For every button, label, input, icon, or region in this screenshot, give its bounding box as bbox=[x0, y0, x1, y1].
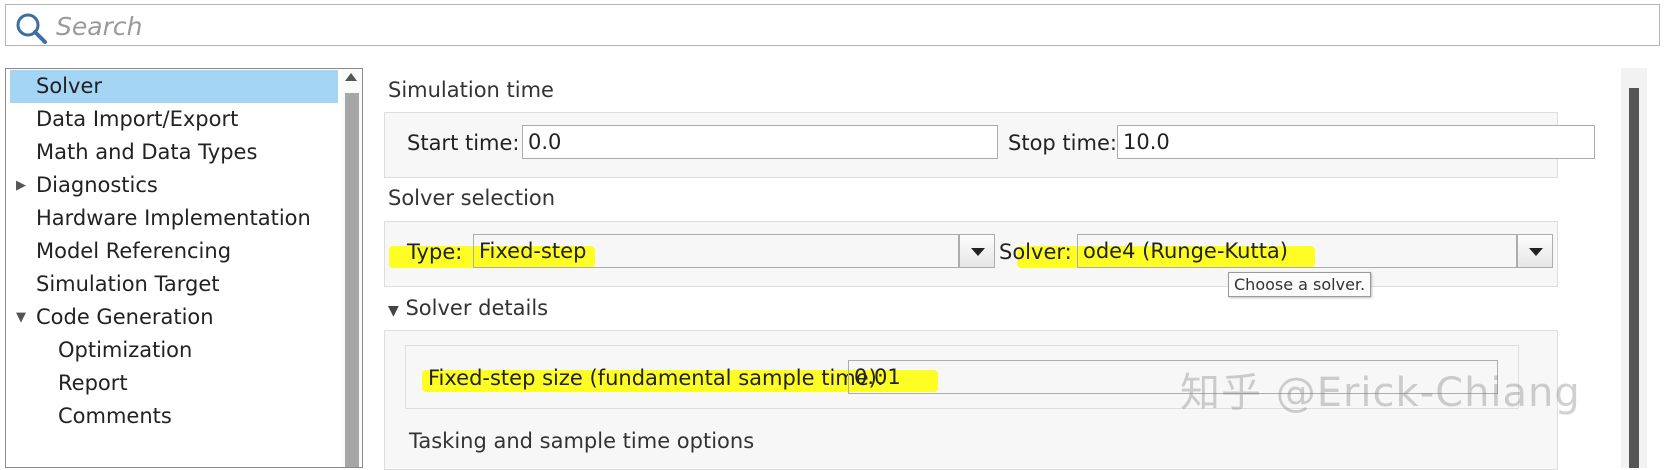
tree-item-label: Comments bbox=[58, 404, 172, 428]
settings-tree: Solver Data Import/Export Math and Data … bbox=[5, 68, 363, 468]
pane-scrollbar[interactable] bbox=[1621, 68, 1647, 468]
tree-item-model-referencing[interactable]: Model Referencing bbox=[10, 235, 338, 268]
tree-item-code-generation[interactable]: ▼ Code Generation bbox=[10, 301, 338, 334]
simulation-time-group: Start time: 0.0 Stop time: 10.0 bbox=[384, 112, 1595, 178]
fixed-step-size-label: Fixed-step size (fundamental sample time… bbox=[428, 366, 884, 390]
tree-item-label: Math and Data Types bbox=[36, 140, 258, 164]
collapse-arrow-icon[interactable]: ▼ bbox=[14, 301, 28, 334]
search-input[interactable] bbox=[54, 8, 1638, 44]
solver-select[interactable]: ode4 (Runge-Kutta) bbox=[1077, 234, 1517, 268]
tree-item-label: Solver bbox=[36, 74, 102, 98]
tree-item-label: Report bbox=[58, 371, 128, 395]
solver-dropdown-button[interactable] bbox=[1517, 234, 1553, 268]
solver-selection-group: Type: Fixed-step Solver: ode4 (Runge-Kut… bbox=[384, 221, 1558, 287]
type-select[interactable]: Fixed-step bbox=[473, 234, 959, 268]
section-solver-details[interactable]: ▼ Solver details bbox=[388, 296, 548, 320]
solver-label: Solver: bbox=[999, 240, 1072, 264]
start-time-label: Start time: bbox=[407, 131, 520, 155]
section-title-solver-details: Solver details bbox=[405, 296, 549, 320]
tree-item-label: Optimization bbox=[58, 338, 193, 362]
tree-item-optimization[interactable]: Optimization bbox=[10, 334, 338, 367]
tree-scrollbar-thumb[interactable] bbox=[345, 93, 359, 467]
tree-item-label: Model Referencing bbox=[36, 239, 232, 263]
start-time-input[interactable]: 0.0 bbox=[522, 125, 998, 159]
tree-item-comments[interactable]: Comments bbox=[10, 400, 338, 433]
tree-item-solver[interactable]: Solver bbox=[10, 70, 338, 103]
tree-item-label: Simulation Target bbox=[36, 272, 220, 296]
chevron-down-icon bbox=[971, 248, 985, 256]
search-icon bbox=[16, 13, 47, 44]
pane-scrollbar-thumb[interactable] bbox=[1629, 88, 1639, 468]
type-label: Type: bbox=[407, 240, 463, 264]
tree-scrollbar[interactable] bbox=[342, 69, 362, 467]
search-bar[interactable] bbox=[5, 4, 1660, 46]
stop-time-label: Stop time: bbox=[1008, 131, 1117, 155]
scroll-up-icon[interactable] bbox=[345, 73, 357, 81]
expand-arrow-icon[interactable]: ▶ bbox=[14, 169, 28, 202]
solver-tooltip: Choose a solver. bbox=[1228, 272, 1372, 297]
tree-item-label: Code Generation bbox=[36, 305, 214, 329]
tree-item-report[interactable]: Report bbox=[10, 367, 338, 400]
section-title-solver-selection: Solver selection bbox=[388, 186, 556, 210]
type-dropdown-button[interactable] bbox=[959, 234, 995, 268]
collapse-arrow-icon: ▼ bbox=[388, 303, 399, 319]
tree-item-diagnostics[interactable]: ▶ Diagnostics bbox=[10, 169, 338, 202]
tree-item-simulation-target[interactable]: Simulation Target bbox=[10, 268, 338, 301]
tree-item-label: Hardware Implementation bbox=[36, 206, 311, 230]
tree-item-hardware-implementation[interactable]: Hardware Implementation bbox=[10, 202, 338, 235]
section-title-simulation-time: Simulation time bbox=[388, 78, 554, 102]
tree-item-data-import-export[interactable]: Data Import/Export bbox=[10, 103, 338, 136]
section-title-tasking-options: Tasking and sample time options bbox=[409, 429, 755, 453]
tree-item-math-data-types[interactable]: Math and Data Types bbox=[10, 136, 338, 169]
tree-item-label: Data Import/Export bbox=[36, 107, 239, 131]
tree-item-label: Diagnostics bbox=[36, 173, 158, 197]
watermark: 知乎 @Erick-Chiang bbox=[1180, 370, 1581, 416]
chevron-down-icon bbox=[1529, 248, 1543, 256]
stop-time-input[interactable]: 10.0 bbox=[1117, 125, 1595, 159]
